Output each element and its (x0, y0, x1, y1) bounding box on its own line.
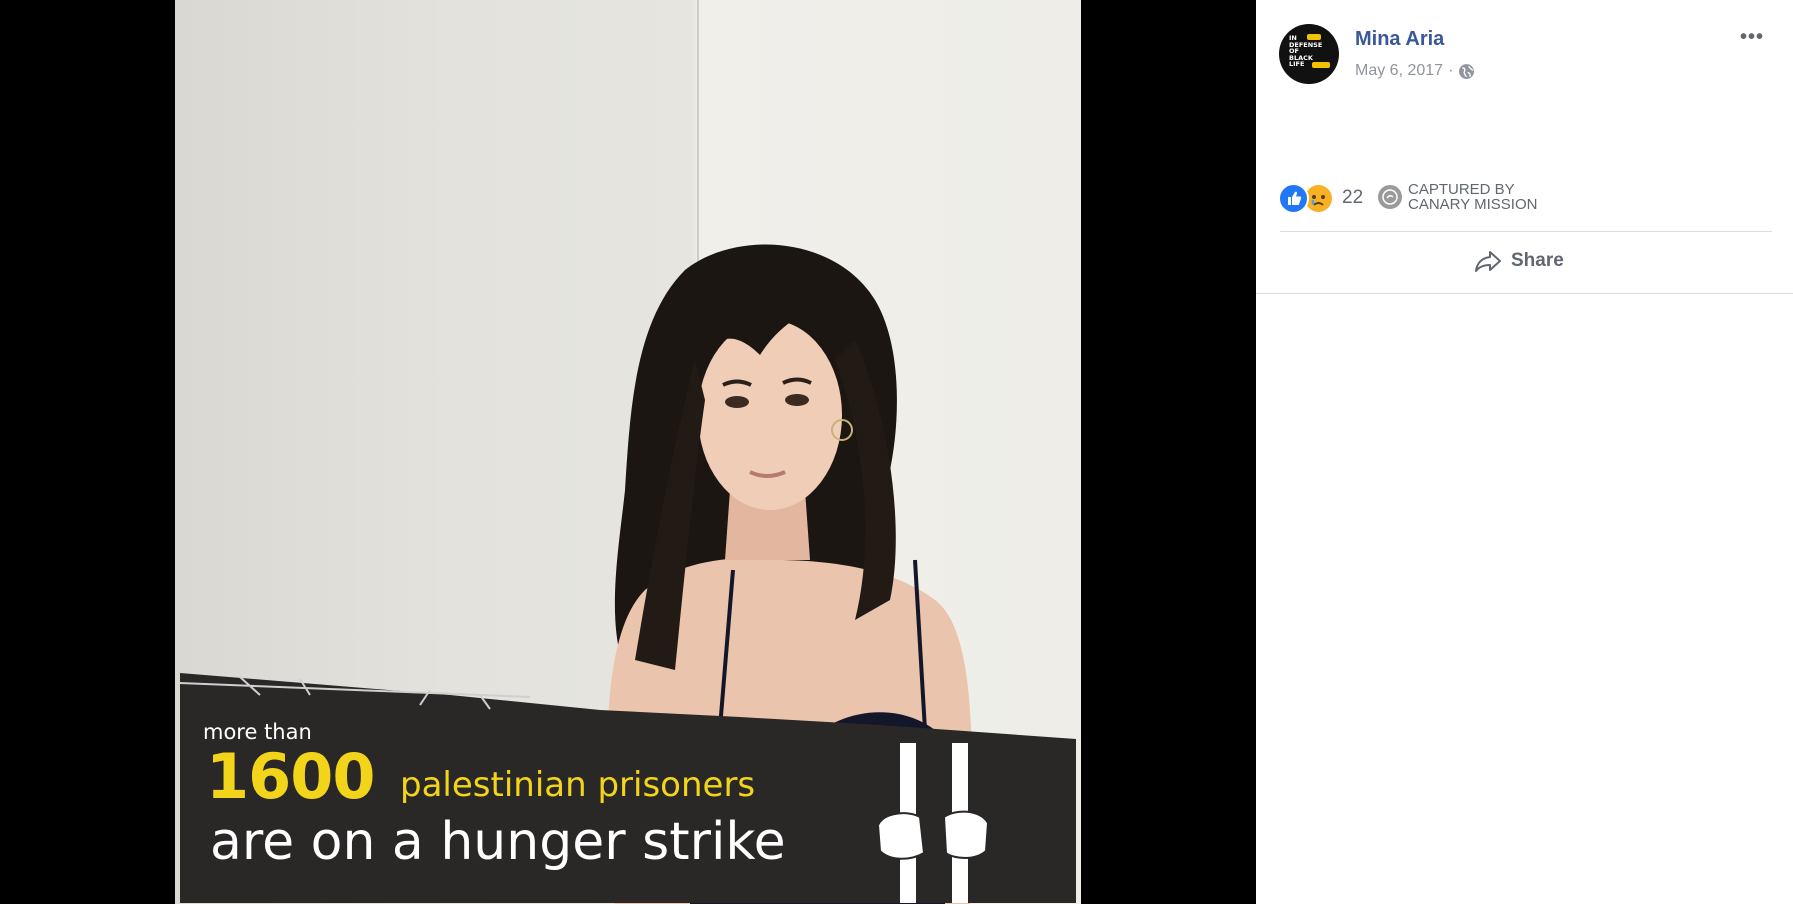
divider (1280, 231, 1772, 232)
share-icon (1475, 251, 1501, 272)
avatar-logo-text: IN DEFENSE OF BLACK LIFE (1289, 34, 1323, 68)
meta-separator: · (1448, 62, 1454, 79)
post-date[interactable]: May 6, 2017 (1355, 62, 1443, 80)
reaction-count[interactable]: 22 (1342, 187, 1363, 209)
author-name-link[interactable]: Mina Aria (1355, 28, 1444, 51)
captured-by-text: CAPTURED BY CANARY MISSION (1408, 182, 1537, 212)
hunger-strike-banner: more than 1600 palestinian prisoners are… (180, 665, 1076, 903)
banner-line-prisoners: palestinian prisoners (400, 765, 756, 805)
divider (1256, 293, 1793, 294)
share-button[interactable]: Share (1474, 249, 1564, 273)
post-photo[interactable]: more than 1600 palestinian prisoners are… (175, 0, 1081, 904)
globe-icon[interactable] (1458, 63, 1475, 80)
reactions-summary[interactable]: 22 (1278, 182, 1363, 214)
share-label: Share (1511, 250, 1564, 271)
captured-line-2: CANARY MISSION (1408, 196, 1538, 213)
captured-line-1: CAPTURED BY (1408, 181, 1515, 198)
post-details-panel: IN DEFENSE OF BLACK LIFE Mina Aria May 6… (1256, 0, 1793, 904)
author-avatar[interactable]: IN DEFENSE OF BLACK LIFE (1279, 24, 1339, 84)
banner-number: 1600 (206, 740, 376, 813)
prison-bars-hands-icon (876, 743, 990, 903)
like-icon (1278, 182, 1309, 214)
banner-line-hunger-strike: are on a hunger strike (210, 812, 786, 872)
more-options-button[interactable]: ••• (1740, 26, 1764, 49)
canary-mission-watermark: CAPTURED BY CANARY MISSION (1378, 182, 1537, 212)
canary-mission-logo-icon (1378, 185, 1402, 209)
post-meta: May 6, 2017 · (1355, 62, 1475, 80)
photo-viewer: more than 1600 palestinian prisoners are… (0, 0, 1256, 904)
